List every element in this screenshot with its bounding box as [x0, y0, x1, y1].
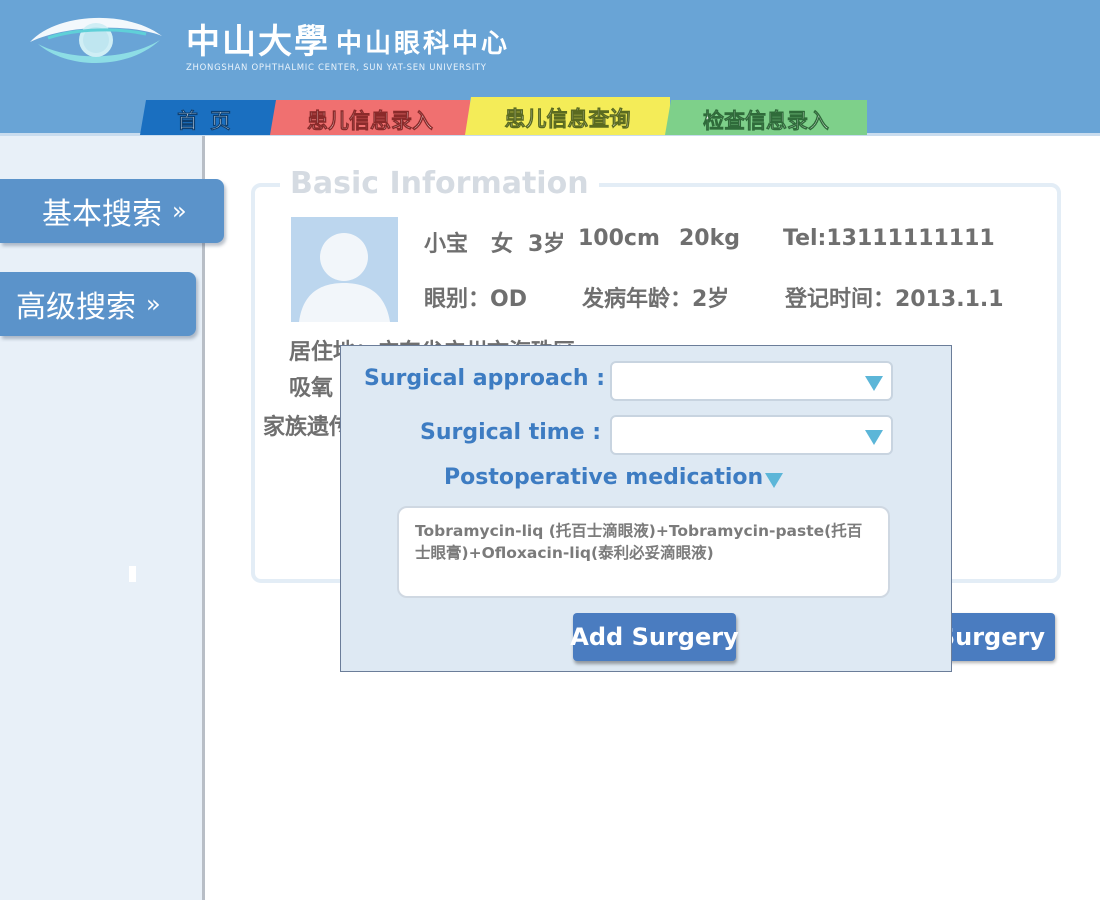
patient-phone: Tel:13111111111	[783, 226, 995, 251]
eye-logo-icon	[30, 17, 162, 64]
sidebar-item-basic-search[interactable]: 基本搜索 »	[0, 179, 224, 243]
sidebar-divider	[202, 136, 205, 900]
tab-label: 患儿信息查询	[504, 107, 631, 132]
tab-label: 检查信息录入	[703, 108, 830, 133]
header-subtitle: ZHONGSHAN OPHTHALMIC CENTER, SUN YAT-SEN…	[186, 63, 487, 73]
add-surgery-button[interactable]: Add Surgery	[570, 613, 739, 661]
surgical-approach-label: Surgical approach :	[364, 366, 606, 391]
patient-name: 小宝	[424, 232, 469, 257]
chevron-right-icon: »	[146, 290, 161, 318]
tab-exam-entry[interactable]: 检查信息录入	[665, 100, 867, 135]
dropdown-caret-icon	[865, 430, 883, 445]
basic-info-title: Basic Information	[280, 166, 599, 201]
tab-label: 患儿信息录入	[307, 108, 434, 133]
medication-dropdown-caret-icon[interactable]	[765, 473, 783, 488]
tab-patient-query[interactable]: 患儿信息查询	[465, 97, 670, 135]
patient-onset-age: 发病年龄：2岁	[582, 287, 730, 312]
dropdown-caret-icon	[865, 376, 883, 391]
sidebar	[0, 136, 202, 900]
postoperative-medication-label: Postoperative medication	[444, 465, 764, 490]
center-name: 中山眼科中心	[336, 29, 511, 59]
tab-label: 首页	[177, 108, 243, 133]
tab-patient-entry[interactable]: 患儿信息录入	[270, 100, 470, 135]
patient-height: 100cm	[578, 226, 660, 251]
sidebar-marker	[129, 566, 136, 582]
sidebar-item-label: 高级搜索	[16, 290, 136, 325]
user-silhouette-icon	[299, 233, 390, 322]
patient-age: 3岁	[528, 232, 566, 257]
sidebar-item-label: 基本搜索	[42, 197, 162, 232]
surgical-time-select[interactable]	[610, 415, 893, 455]
medication-textarea[interactable]: Tobramycin-liq (托百士滴眼液)+Tobramycin-paste…	[397, 506, 890, 598]
patient-family-history: 家族遗传	[263, 415, 352, 440]
university-name: 中山大學	[186, 22, 330, 62]
surgical-approach-select[interactable]	[610, 361, 893, 401]
avatar	[291, 217, 398, 322]
patient-oxygen: 吸氧	[289, 376, 334, 401]
chevron-right-icon: »	[172, 197, 187, 225]
tab-home[interactable]: 首页	[140, 100, 280, 135]
patient-gender: 女	[491, 232, 514, 257]
patient-register-time: 登记时间：2013.1.1	[785, 287, 1004, 312]
sidebar-item-advanced-search[interactable]: 高级搜索 »	[0, 272, 196, 336]
surgical-time-label: Surgical time :	[420, 420, 602, 445]
patient-eye: 眼别：OD	[424, 287, 527, 312]
patient-weight: 20kg	[679, 226, 740, 251]
